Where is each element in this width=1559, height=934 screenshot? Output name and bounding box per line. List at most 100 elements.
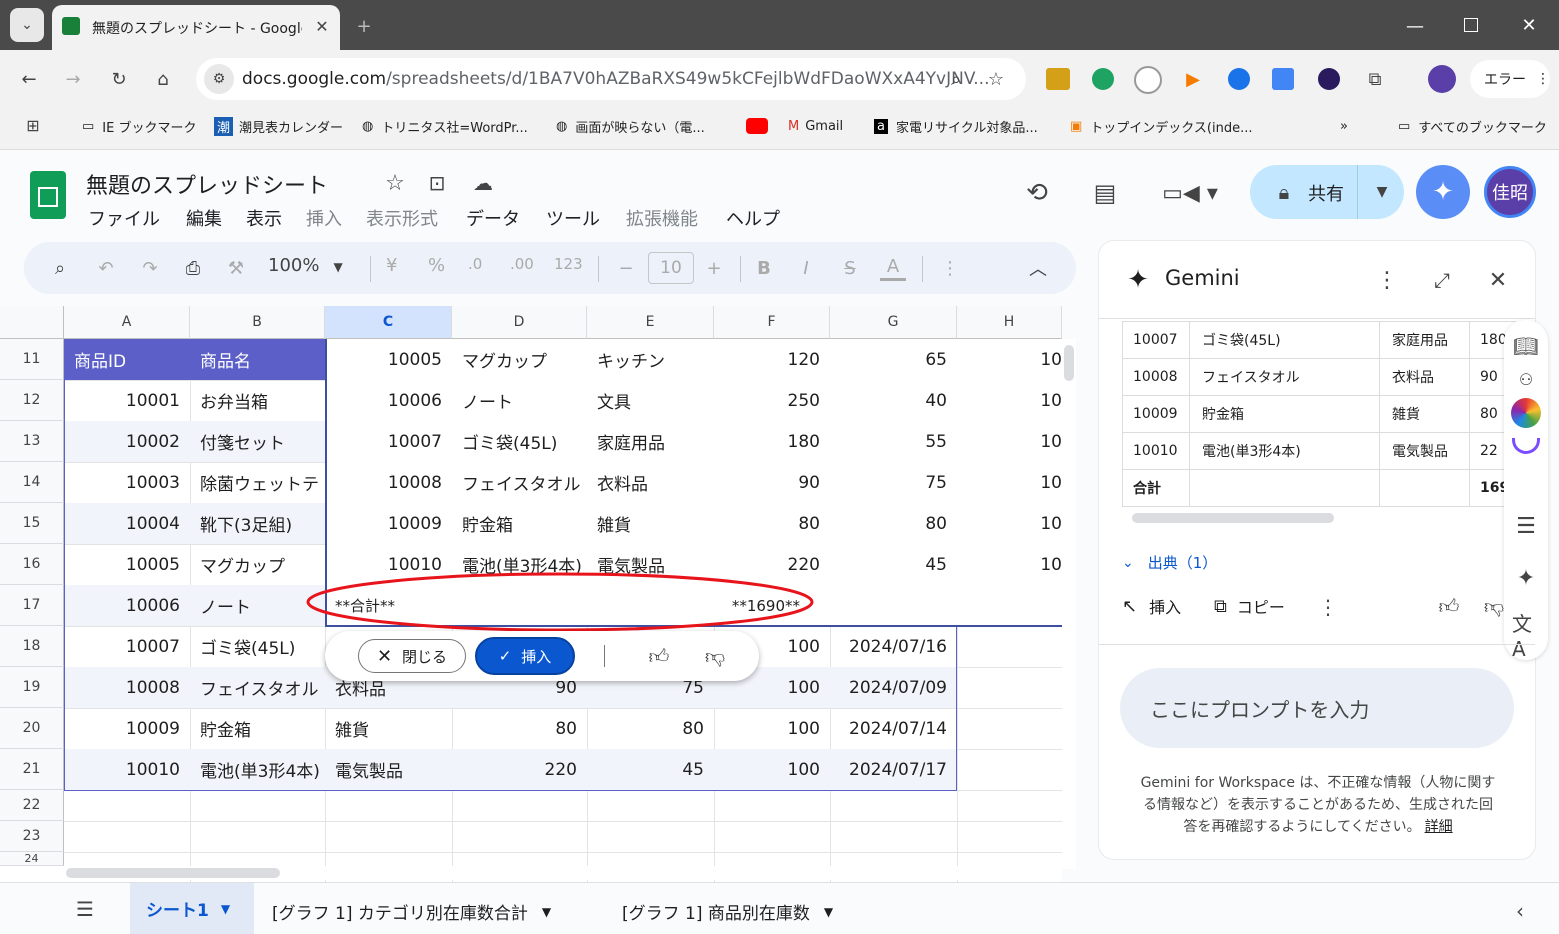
hide-menus-chevron-icon[interactable]: ︿ bbox=[1026, 255, 1050, 281]
tab-search-chevron-icon[interactable]: ⌄ bbox=[10, 8, 44, 42]
youtube-bookmark-icon[interactable] bbox=[746, 118, 768, 134]
menu-insert[interactable]: 挿入 bbox=[306, 205, 342, 231]
all-bookmarks[interactable]: ▭ すべてのブックマーク bbox=[1398, 114, 1547, 138]
chrome-menu-icon[interactable]: ⋮ bbox=[1536, 71, 1550, 87]
bookmark-item-tide[interactable]: 潮潮見表カレンダー bbox=[214, 114, 343, 138]
gemini-spark-button[interactable]: ✦ bbox=[1416, 165, 1470, 219]
header-cell-product-name[interactable]: 商品名 bbox=[190, 339, 325, 380]
gemini-close-icon[interactable]: ✕ bbox=[1484, 266, 1512, 294]
cell-e21[interactable]: 45 bbox=[587, 749, 714, 790]
column-header-c[interactable]: C bbox=[325, 306, 452, 339]
cell-b15[interactable]: 靴下(3足組) bbox=[190, 503, 325, 544]
percent-format-icon[interactable]: % bbox=[428, 255, 445, 276]
home-icon[interactable]: ⌂ bbox=[150, 66, 176, 92]
cell-b14[interactable]: 除菌ウェットテ bbox=[190, 462, 325, 503]
cell-a12[interactable]: 10001 bbox=[64, 380, 190, 421]
cell-f20[interactable]: 100 bbox=[714, 708, 830, 749]
side-rail-sparkle-icon[interactable]: ✦ bbox=[1512, 564, 1540, 592]
details-link[interactable]: 詳細 bbox=[1425, 819, 1453, 835]
row-header[interactable]: 23 bbox=[0, 821, 64, 852]
column-header-a[interactable]: A bbox=[64, 306, 190, 339]
italic-icon[interactable]: I bbox=[794, 255, 818, 281]
gemini-copy-button[interactable]: ⧉ コピー bbox=[1214, 594, 1285, 618]
cell-d20[interactable]: 80 bbox=[452, 708, 587, 749]
sources-toggle[interactable]: ⌄ 出典（1） bbox=[1122, 552, 1217, 573]
strikethrough-icon[interactable]: S bbox=[838, 255, 862, 281]
vertical-scroll-thumb[interactable] bbox=[1064, 345, 1074, 381]
comments-icon[interactable]: ▤ bbox=[1088, 176, 1122, 210]
currency-format-icon[interactable]: ¥ bbox=[386, 255, 397, 276]
share-button[interactable]: 🔒︎ 共有 ▼ bbox=[1250, 165, 1404, 219]
cell-a18[interactable]: 10007 bbox=[64, 626, 190, 667]
sheet-tab-dropdown-icon[interactable]: ▼ bbox=[824, 905, 833, 919]
bookmark-item-ie[interactable]: ▭ IE ブックマーク bbox=[82, 114, 196, 138]
row-header[interactable]: 16 bbox=[0, 544, 64, 585]
bold-icon[interactable]: B bbox=[752, 255, 776, 281]
cell-f21[interactable]: 100 bbox=[714, 749, 830, 790]
vertical-scrollbar[interactable] bbox=[1062, 339, 1076, 869]
side-rail-book-icon[interactable]: 📖︎ bbox=[1512, 332, 1540, 360]
row-header[interactable]: 18 bbox=[0, 626, 64, 667]
side-rail-notes-icon[interactable]: ☰ bbox=[1512, 512, 1540, 540]
gemini-more-icon[interactable]: ⋮ bbox=[1374, 266, 1400, 294]
bookmark-item-gmail[interactable]: M Gmail bbox=[788, 114, 843, 138]
bookmark-item-top-index[interactable]: ▣ トップインデックス(inde... bbox=[1070, 114, 1252, 138]
row-header[interactable]: 17 bbox=[0, 585, 64, 626]
more-formats-icon[interactable]: 123 bbox=[554, 255, 583, 273]
quote-extension-icon[interactable] bbox=[1092, 68, 1114, 90]
close-button[interactable]: ✕ 閉じる bbox=[358, 639, 466, 673]
row-header[interactable]: 13 bbox=[0, 421, 64, 462]
more-options-icon[interactable]: ⋮ bbox=[938, 255, 962, 281]
redo-icon[interactable]: ↷ bbox=[138, 255, 162, 281]
minimize-icon[interactable]: — bbox=[1400, 14, 1430, 38]
menu-format[interactable]: 表示形式 bbox=[366, 205, 438, 231]
apps-grid-icon[interactable]: ⊞ bbox=[22, 114, 44, 136]
cell-b19[interactable]: フェイスタオル bbox=[190, 667, 325, 708]
menu-file[interactable]: ファイル bbox=[88, 205, 160, 231]
bookmark-item-trinitas[interactable]: ◍ トリニタス社=WordPr... bbox=[362, 114, 528, 138]
all-sheets-menu-icon[interactable]: ☰ bbox=[72, 896, 98, 922]
decrease-decimal-icon[interactable]: .0 bbox=[468, 255, 482, 273]
sheet-tab-dropdown-icon[interactable]: ▼ bbox=[221, 902, 230, 916]
cell-g20[interactable]: 2024/07/14 bbox=[830, 708, 957, 749]
cell-g19[interactable]: 2024/07/09 bbox=[830, 667, 957, 708]
menu-view[interactable]: 表示 bbox=[246, 205, 282, 231]
menu-extensions[interactable]: 拡張機能 bbox=[626, 205, 698, 231]
tab-close-icon[interactable]: ✕ bbox=[310, 14, 334, 38]
exif-extension-icon[interactable] bbox=[1046, 68, 1070, 90]
cell-b12[interactable]: お弁当箱 bbox=[190, 380, 325, 421]
gemini-prompt-input[interactable]: ここにプロンプトを入力 bbox=[1120, 668, 1514, 748]
cell-a21[interactable]: 10010 bbox=[64, 749, 190, 790]
forward-icon[interactable]: → bbox=[60, 66, 86, 92]
sheet-tab-chart-category[interactable]: [グラフ 1] カテゴリ別在庫数合計 ▼ bbox=[272, 899, 551, 924]
column-header-f[interactable]: F bbox=[714, 306, 830, 339]
address-bar[interactable]: ⚙ docs.google.com/spreadsheets/d/1BA7V0h… bbox=[196, 58, 1026, 100]
new-tab-icon[interactable]: + bbox=[352, 14, 376, 38]
profile-avatar[interactable] bbox=[1428, 65, 1456, 93]
site-info-icon[interactable]: ⚙ bbox=[204, 64, 234, 94]
window-close-icon[interactable]: ✕ bbox=[1516, 12, 1542, 38]
cell-a20[interactable]: 10009 bbox=[64, 708, 190, 749]
back-icon[interactable]: ← bbox=[16, 66, 42, 92]
menu-tools[interactable]: ツール bbox=[546, 205, 600, 231]
version-history-icon[interactable]: ⟲ bbox=[1020, 176, 1054, 210]
move-folder-icon[interactable]: ⊡ bbox=[424, 170, 450, 196]
cell-a17[interactable]: 10006 bbox=[64, 585, 190, 626]
share-dropdown-icon[interactable]: ▼ bbox=[1370, 180, 1394, 204]
sheet-tab-dropdown-icon[interactable]: ▼ bbox=[542, 905, 551, 919]
cell-a15[interactable]: 10004 bbox=[64, 503, 190, 544]
cell-a14[interactable]: 10003 bbox=[64, 462, 190, 503]
header-cell-product-id[interactable]: 商品ID bbox=[64, 339, 190, 380]
font-size-decrease-icon[interactable]: − bbox=[614, 255, 638, 281]
horizontal-scroll-thumb[interactable] bbox=[66, 868, 280, 878]
cell-b21[interactable]: 電池(単3形4本) bbox=[190, 749, 325, 790]
row-header[interactable]: 19 bbox=[0, 667, 64, 708]
gemini-thumbs-down-icon[interactable]: 👎︎ bbox=[1482, 592, 1506, 620]
menu-help[interactable]: ヘルプ bbox=[726, 205, 780, 231]
column-header-d[interactable]: D bbox=[452, 306, 587, 339]
translate-extension-icon[interactable] bbox=[1272, 68, 1294, 90]
cell-g18[interactable]: 2024/07/16 bbox=[830, 626, 957, 667]
gemini-insert-button[interactable]: ↖ 挿入 bbox=[1122, 594, 1181, 618]
row-header[interactable]: 20 bbox=[0, 708, 64, 749]
cell-b20[interactable]: 貯金箱 bbox=[190, 708, 325, 749]
